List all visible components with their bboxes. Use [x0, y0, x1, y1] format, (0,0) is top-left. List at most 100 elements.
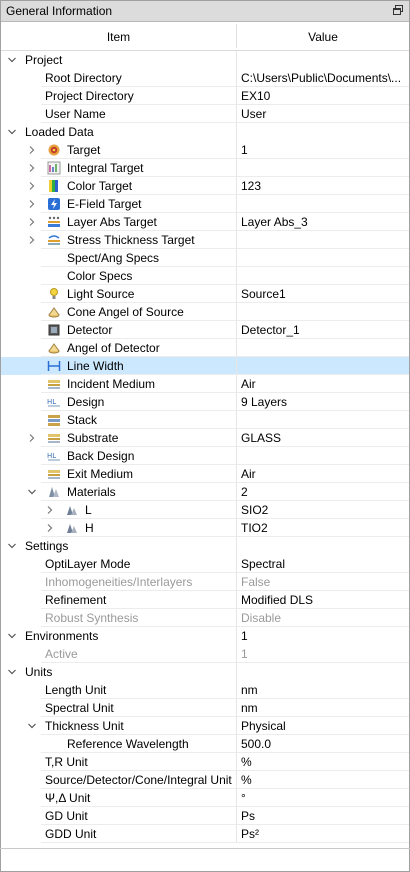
item-cell[interactable]: Spect/Ang Specs [1, 249, 236, 267]
chevron-down-icon[interactable] [27, 487, 37, 497]
property-row-detector[interactable]: Detector Detector_1 [1, 321, 409, 339]
property-row-l[interactable]: L SIO2 [1, 501, 409, 519]
value-cell[interactable]: nm [237, 681, 408, 699]
property-row-inhomogeneities-interlayers[interactable]: Inhomogeneities/Interlayers False [1, 573, 409, 591]
value-cell[interactable] [237, 537, 408, 555]
item-cell[interactable]: Color Specs [1, 267, 236, 285]
chevron-right-icon[interactable] [27, 235, 37, 245]
item-cell[interactable]: Inhomogeneities/Interlayers [1, 573, 236, 591]
value-cell[interactable] [237, 195, 408, 213]
item-cell[interactable]: Root Directory [1, 69, 236, 87]
item-cell[interactable]: Units [1, 663, 236, 681]
value-cell[interactable] [237, 447, 408, 465]
value-cell[interactable]: % [237, 771, 408, 789]
property-row-angel-of-detector[interactable]: Angel of Detector [1, 339, 409, 357]
item-cell[interactable]: GD Unit [1, 807, 236, 825]
item-cell[interactable]: Substrate [1, 429, 236, 447]
property-row-stack[interactable]: Stack [1, 411, 409, 429]
property-row-t-r-unit[interactable]: T,R Unit% [1, 753, 409, 771]
chevron-down-icon[interactable] [7, 55, 17, 65]
property-row-spectral-unit[interactable]: Spectral Unit nm [1, 699, 409, 717]
item-cell[interactable]: Ψ,Δ Unit [1, 789, 236, 807]
item-cell[interactable]: Source/Detector/Cone/Integral Unit [1, 771, 236, 789]
value-cell[interactable]: Source1 [237, 285, 408, 303]
value-cell[interactable] [237, 123, 408, 141]
value-cell[interactable]: User [237, 105, 408, 123]
property-row-thickness-unit[interactable]: Thickness Unit Physical [1, 717, 409, 735]
item-cell[interactable]: Project Directory [1, 87, 236, 105]
value-cell[interactable] [237, 663, 408, 681]
value-cell[interactable]: 123 [237, 177, 408, 195]
chevron-right-icon[interactable] [27, 145, 37, 155]
value-cell[interactable]: GLASS [237, 429, 408, 447]
property-row-gd-unit[interactable]: GD Unit Ps [1, 807, 409, 825]
item-cell[interactable]: Target [1, 141, 236, 159]
category-row-project[interactable]: Project [1, 51, 409, 69]
chevron-right-icon[interactable] [45, 505, 55, 515]
property-row-cone-angel-of-source[interactable]: Cone Angel of Source [1, 303, 409, 321]
item-cell[interactable]: Environments [1, 627, 236, 645]
chevron-down-icon[interactable] [7, 541, 17, 551]
item-cell[interactable]: Cone Angel of Source [1, 303, 236, 321]
value-cell[interactable]: ° [237, 789, 408, 807]
value-cell[interactable]: Ps [237, 807, 408, 825]
value-cell[interactable]: Modified DLS [237, 591, 408, 609]
item-cell[interactable]: H [1, 519, 236, 537]
chevron-down-icon[interactable] [7, 127, 17, 137]
item-cell[interactable]: Integral Target [1, 159, 236, 177]
property-row-color-target[interactable]: Color Target 123 [1, 177, 409, 195]
value-cell[interactable]: Physical [237, 717, 408, 735]
value-cell[interactable] [237, 303, 408, 321]
item-cell[interactable]: Reference Wavelength [1, 735, 236, 753]
value-cell[interactable] [237, 159, 408, 177]
category-row-settings[interactable]: Settings [1, 537, 409, 555]
property-row-materials[interactable]: Materials 2 [1, 483, 409, 501]
item-cell[interactable]: L [1, 501, 236, 519]
property-row-user-name[interactable]: User Name User [1, 105, 409, 123]
property-row-e-field-target[interactable]: E-Field Target [1, 195, 409, 213]
chevron-down-icon[interactable] [27, 721, 37, 731]
property-row-h[interactable]: H TIO2 [1, 519, 409, 537]
item-cell[interactable]: GDD Unit [1, 825, 236, 843]
value-cell[interactable]: 9 Layers [237, 393, 408, 411]
item-cell[interactable]: Layer Abs Target [1, 213, 236, 231]
property-row-root-directory[interactable]: Root Directory C:\Users\Public\Documents\… [1, 69, 409, 87]
chevron-right-icon[interactable] [27, 199, 37, 209]
chevron-right-icon[interactable] [27, 163, 37, 173]
property-row-gdd-unit[interactable]: GDD Unit Ps² [1, 825, 409, 843]
chevron-down-icon[interactable] [7, 631, 17, 641]
value-cell[interactable]: Spectral [237, 555, 408, 573]
property-row-layer-abs-target[interactable]: Layer Abs Target Layer Abs_3 [1, 213, 409, 231]
property-row-light-source[interactable]: Light Source Source1 [1, 285, 409, 303]
value-cell[interactable] [237, 267, 408, 285]
property-row-optilayer-mode[interactable]: OptiLayer Mode Spectral [1, 555, 409, 573]
value-cell[interactable]: 1 [237, 627, 408, 645]
property-row-target[interactable]: Target 1 [1, 141, 409, 159]
item-cell[interactable]: Stress Thickness Target [1, 231, 236, 249]
item-cell[interactable]: Length Unit [1, 681, 236, 699]
value-cell[interactable]: nm [237, 699, 408, 717]
value-cell[interactable]: % [237, 753, 408, 771]
value-cell[interactable]: Air [237, 465, 408, 483]
property-row-unit[interactable]: Ψ,Δ Unit ° [1, 789, 409, 807]
value-cell[interactable] [237, 357, 408, 375]
column-header-item[interactable]: Item [1, 22, 236, 50]
property-row-exit-medium[interactable]: Exit Medium Air [1, 465, 409, 483]
value-cell[interactable]: 2 [237, 483, 408, 501]
property-row-back-design[interactable]: HL Back Design [1, 447, 409, 465]
property-row-project-directory[interactable]: Project Directory EX10 [1, 87, 409, 105]
value-cell[interactable] [237, 231, 408, 249]
item-cell[interactable]: Settings [1, 537, 236, 555]
value-cell[interactable]: Ps² [237, 825, 408, 843]
item-cell[interactable]: Active [1, 645, 236, 663]
item-cell[interactable]: User Name [1, 105, 236, 123]
property-row-spect-ang-specs[interactable]: Spect/Ang Specs [1, 249, 409, 267]
item-cell[interactable]: Angel of Detector [1, 339, 236, 357]
value-cell[interactable]: EX10 [237, 87, 408, 105]
property-row-robust-synthesis[interactable]: Robust Synthesis Disable [1, 609, 409, 627]
property-row-active[interactable]: Active 1 [1, 645, 409, 663]
item-cell[interactable]: HL Back Design [1, 447, 236, 465]
item-cell[interactable]: T,R Unit [1, 753, 236, 771]
property-row-stress-thickness-target[interactable]: Stress Thickness Target [1, 231, 409, 249]
item-cell[interactable]: HL Design [1, 393, 236, 411]
